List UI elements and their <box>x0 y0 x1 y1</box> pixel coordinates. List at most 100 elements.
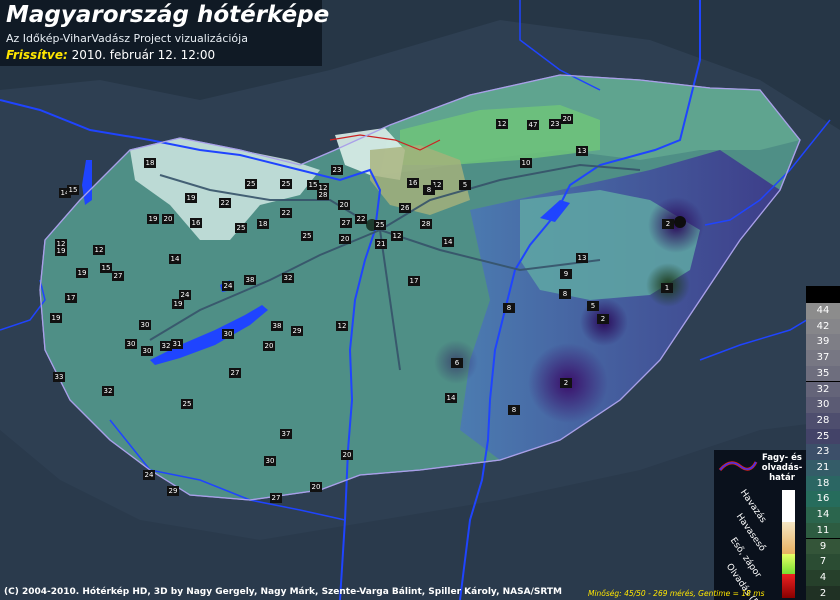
station-reading[interactable]: 27 <box>112 271 124 281</box>
station-reading[interactable]: 38 <box>271 321 283 331</box>
station-reading[interactable]: 12 <box>391 231 403 241</box>
station-reading[interactable]: 20 <box>338 200 350 210</box>
station-reading[interactable]: 29 <box>291 326 303 336</box>
updated-label: Frissítve: <box>6 48 68 62</box>
scale-step: 11 <box>816 524 830 536</box>
station-reading[interactable]: 26 <box>399 203 411 213</box>
freeze-line-sample-icon <box>718 461 758 471</box>
station-reading[interactable]: 25 <box>301 231 313 241</box>
station-reading[interactable]: 30 <box>222 329 234 339</box>
header-panel: Magyarország hótérképe Az Időkép-ViharVa… <box>0 0 329 66</box>
station-reading[interactable]: 8 <box>503 303 515 313</box>
station-reading[interactable]: 20 <box>162 214 174 224</box>
station-reading[interactable]: 25 <box>280 179 292 189</box>
legend-swatch-snow <box>782 490 795 522</box>
station-reading[interactable]: 1 <box>661 283 673 293</box>
station-reading[interactable]: 30 <box>264 456 276 466</box>
scale-step: 2 <box>819 587 827 599</box>
scale-step: 30 <box>816 399 830 411</box>
station-reading[interactable]: 37 <box>280 429 292 439</box>
station-reading[interactable]: 28 <box>317 190 329 200</box>
update-timestamp: Frissítve: 2010. február 12. 12:00 <box>6 48 215 62</box>
station-reading[interactable]: 22 <box>280 208 292 218</box>
freeze-line-label: Fagy- és olvadás- határ <box>761 453 803 483</box>
station-reading[interactable]: 8 <box>559 289 571 299</box>
station-reading[interactable]: 14 <box>169 254 181 264</box>
station-reading[interactable]: 14 <box>442 237 454 247</box>
station-reading[interactable]: 22 <box>219 198 231 208</box>
credits-text: (C) 2004-2010. Hótérkép HD, 3D by Nagy G… <box>4 587 562 597</box>
scale-step: 25 <box>816 430 830 442</box>
station-reading[interactable]: 47 <box>527 120 539 130</box>
station-reading[interactable]: 27 <box>340 218 352 228</box>
station-reading[interactable]: 2 <box>560 378 572 388</box>
station-reading[interactable]: 5 <box>459 180 471 190</box>
station-reading[interactable]: 27 <box>229 368 241 378</box>
station-reading[interactable]: 13 <box>576 253 588 263</box>
station-reading[interactable]: 30 <box>141 346 153 356</box>
station-reading[interactable]: 14 <box>445 393 457 403</box>
station-reading[interactable]: 8 <box>508 405 520 415</box>
legend-panel: Fagy- és olvadás- határ Havazás Havaseső… <box>714 450 806 600</box>
station-reading[interactable]: 38 <box>244 275 256 285</box>
scale-step: 28 <box>816 414 830 426</box>
station-reading[interactable]: 27 <box>270 493 282 503</box>
station-reading[interactable]: 12 <box>336 321 348 331</box>
station-reading[interactable]: 20 <box>339 234 351 244</box>
station-reading[interactable]: 9 <box>560 269 572 279</box>
station-reading[interactable]: 31 <box>171 339 183 349</box>
station-reading[interactable]: 25 <box>181 399 193 409</box>
station-reading[interactable]: 22 <box>355 214 367 224</box>
scale-step: 39 <box>816 336 830 348</box>
station-reading[interactable]: 8 <box>423 185 435 195</box>
station-reading[interactable]: 19 <box>76 268 88 278</box>
station-reading[interactable]: 30 <box>125 339 137 349</box>
station-reading[interactable]: 16 <box>190 218 202 228</box>
station-reading[interactable]: 20 <box>263 341 275 351</box>
snow-depth-scale: 44423937353230282523211816141197420 <box>806 286 840 600</box>
station-reading[interactable]: 19 <box>185 193 197 203</box>
station-reading[interactable]: 32 <box>282 273 294 283</box>
station-reading[interactable]: 16 <box>407 178 419 188</box>
station-reading[interactable]: 24 <box>143 470 155 480</box>
station-reading[interactable]: 15 <box>67 185 79 195</box>
scale-step: 18 <box>816 477 830 489</box>
station-reading[interactable]: 19 <box>55 246 67 256</box>
station-reading[interactable]: 24 <box>222 281 234 291</box>
station-reading[interactable]: 23 <box>549 119 561 129</box>
station-reading[interactable]: 25 <box>374 220 386 230</box>
station-reading[interactable]: 21 <box>375 239 387 249</box>
station-reading[interactable]: 25 <box>235 223 247 233</box>
station-reading[interactable]: 25 <box>245 179 257 189</box>
scale-step: 7 <box>819 556 827 568</box>
scale-step: 44 <box>816 305 830 316</box>
station-reading[interactable]: 12 <box>496 119 508 129</box>
station-reading[interactable]: 13 <box>576 146 588 156</box>
station-reading[interactable]: 29 <box>167 486 179 496</box>
station-reading[interactable]: 2 <box>597 314 609 324</box>
station-reading[interactable]: 5 <box>587 301 599 311</box>
station-reading[interactable]: 18 <box>257 219 269 229</box>
station-reading[interactable]: 17 <box>65 293 77 303</box>
station-reading[interactable]: 20 <box>561 114 573 124</box>
station-reading[interactable]: 23 <box>331 165 343 175</box>
station-reading[interactable]: 12 <box>93 245 105 255</box>
legend-swatch-sleet <box>782 522 795 554</box>
station-reading[interactable]: 19 <box>50 313 62 323</box>
station-reading[interactable]: 33 <box>53 372 65 382</box>
station-reading[interactable]: 28 <box>420 219 432 229</box>
station-reading[interactable]: 20 <box>310 482 322 492</box>
map-title: Magyarország hótérképe <box>6 2 330 28</box>
station-reading[interactable]: 19 <box>147 214 159 224</box>
station-reading[interactable]: 10 <box>520 158 532 168</box>
station-reading[interactable]: 20 <box>341 450 353 460</box>
station-reading[interactable]: 15 <box>100 263 112 273</box>
station-reading[interactable]: 30 <box>139 320 151 330</box>
station-reading[interactable]: 2 <box>662 219 674 229</box>
station-reading[interactable]: 18 <box>144 158 156 168</box>
station-reading[interactable]: 6 <box>451 358 463 368</box>
station-reading[interactable]: 19 <box>172 299 184 309</box>
scale-step: 9 <box>819 540 827 552</box>
station-reading[interactable]: 32 <box>102 386 114 396</box>
station-reading[interactable]: 17 <box>408 276 420 286</box>
